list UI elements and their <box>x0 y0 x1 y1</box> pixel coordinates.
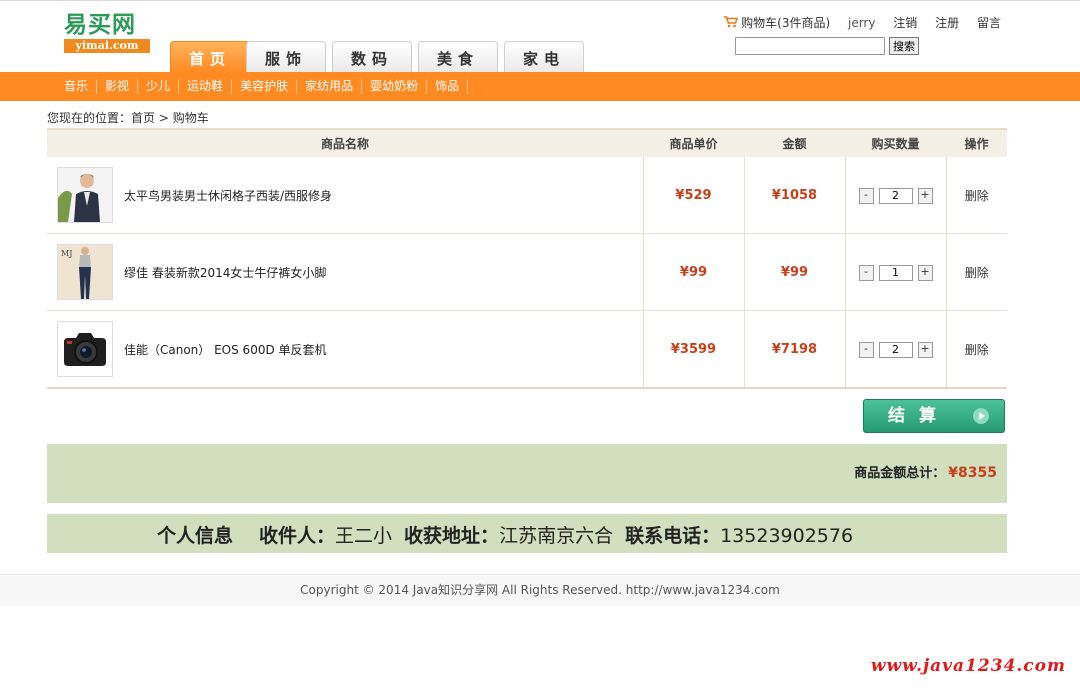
category-bar: 音乐 影视 少儿 运动鞋 美容护肤 家纺用品 婴幼奶粉 饰品 <box>0 72 1080 101</box>
column-header-product: 商品名称 <box>47 128 643 157</box>
table-row: 佳能（Canon） EOS 600D 单反套机 ¥3599 ¥7198 -+ 删… <box>47 310 1007 389</box>
logout-link[interactable]: 注销 <box>893 16 917 30</box>
product-cell: 佳能（Canon） EOS 600D 单反套机 <box>47 321 643 377</box>
category-video[interactable]: 影视 <box>97 79 139 94</box>
cart-link[interactable]: 购物车(3件商品) <box>724 16 830 30</box>
product-image-camera[interactable] <box>57 321 113 377</box>
table-row: 太平鸟男装男士休闲格子西装/西服修身 ¥529 ¥1058 -+ 删除 <box>47 157 1007 234</box>
play-arrow-icon <box>973 408 989 424</box>
svg-text:MJ: MJ <box>61 249 72 258</box>
product-cell: MJ 缪佳 春装新款2014女士牛仔裤女小脚 <box>47 244 643 300</box>
unit-price: ¥3599 <box>670 341 717 357</box>
user-link[interactable]: jerry <box>848 16 875 30</box>
message-link[interactable]: 留言 <box>977 16 1001 30</box>
column-header-unit-price: 商品单价 <box>643 128 744 157</box>
quantity-decrease-button[interactable]: - <box>858 187 874 204</box>
category-beauty[interactable]: 美容护肤 <box>232 79 298 94</box>
receiver-label: 收件人： <box>259 525 336 547</box>
delete-link[interactable]: 删除 <box>965 266 989 280</box>
search-input[interactable] <box>735 37 885 55</box>
nav-tab-home[interactable]: 首页 <box>170 41 250 73</box>
product-name-link[interactable]: 太平鸟男装男士休闲格子西装/西服修身 <box>124 187 332 204</box>
category-kids[interactable]: 少儿 <box>138 79 180 94</box>
personal-info-panel: 个人信息 收件人：王二小 收获地址：江苏南京六合 联系电话：13523902576 <box>47 514 1007 553</box>
delete-link[interactable]: 删除 <box>965 189 989 203</box>
category-sneakers[interactable]: 运动鞋 <box>179 79 233 94</box>
nav-tab-food[interactable]: 美食 <box>418 41 498 73</box>
column-header-amount: 金额 <box>744 128 845 157</box>
personal-info: 个人信息 收件人：王二小 收获地址：江苏南京六合 联系电话：13523902576 <box>157 521 853 548</box>
cart-icon <box>724 16 739 28</box>
breadcrumb-home-link[interactable]: 首页 <box>131 111 155 125</box>
product-image-jeans[interactable]: MJ <box>57 244 113 300</box>
quantity-input[interactable] <box>878 341 913 358</box>
breadcrumb-prefix: 您现在的位置： <box>47 111 132 125</box>
phone-label: 联系电话： <box>625 525 721 547</box>
quantity-decrease-button[interactable]: - <box>858 264 874 281</box>
order-total: 商品金额总计： ¥8355 <box>854 462 997 481</box>
copyright-text: Copyright © 2014 Java知识分享网 All Rights Re… <box>300 583 780 597</box>
phone-value: 13523902576 <box>720 525 854 547</box>
logo-text-cn: 易买网 <box>64 11 136 38</box>
cart-link-label: 购物车(3件商品) <box>741 16 831 30</box>
product-cell: 太平鸟男装男士休闲格子西装/西服修身 <box>47 167 643 223</box>
quantity-stepper: -+ <box>858 341 933 358</box>
site-logo[interactable]: 易买网 yimai.com <box>64 11 152 53</box>
column-header-quantity: 购买数量 <box>845 128 946 157</box>
site-footer: Copyright © 2014 Java知识分享网 All Rights Re… <box>0 574 1080 606</box>
cart-table: 商品名称 商品单价 金额 购买数量 操作 太平鸟男装男士休闲格子西装/西服修身 … <box>47 128 1007 389</box>
line-amount: ¥99 <box>780 264 809 280</box>
table-row: MJ 缪佳 春装新款2014女士牛仔裤女小脚 ¥99 ¥99 -+ 删除 <box>47 233 1007 311</box>
address-label: 收获地址： <box>404 525 500 547</box>
category-music[interactable]: 音乐 <box>56 79 98 94</box>
address-value: 江苏南京六合 <box>499 525 614 547</box>
cart-table-header: 商品名称 商品单价 金额 购买数量 操作 <box>47 128 1007 157</box>
nav-tab-digital[interactable]: 数码 <box>332 41 412 73</box>
category-accessories[interactable]: 饰品 <box>427 79 469 94</box>
search-box: 搜索 <box>735 37 919 55</box>
search-button[interactable]: 搜索 <box>889 37 919 55</box>
product-name-link[interactable]: 佳能（Canon） EOS 600D 单反套机 <box>124 341 327 358</box>
checkout-button-label: 结算 <box>888 406 950 426</box>
order-summary: 商品金额总计： ¥8355 <box>47 444 1007 503</box>
line-amount: ¥1058 <box>771 187 818 203</box>
nav-tab-appliance[interactable]: 家电 <box>504 41 584 73</box>
order-total-label: 商品金额总计： <box>854 466 946 481</box>
personal-info-title: 个人信息 <box>157 525 234 547</box>
nav-tab-clothing[interactable]: 服饰 <box>246 41 326 73</box>
receiver-value: 王二小 <box>335 525 393 547</box>
logo-text-en: yimai.com <box>64 39 150 53</box>
quantity-increase-button[interactable]: + <box>917 341 933 358</box>
order-total-amount: ¥8355 <box>948 465 997 481</box>
quantity-decrease-button[interactable]: - <box>858 341 874 358</box>
column-header-action: 操作 <box>946 128 1007 157</box>
quantity-increase-button[interactable]: + <box>917 264 933 281</box>
quantity-stepper: -+ <box>858 187 933 204</box>
category-home-textile[interactable]: 家纺用品 <box>297 79 363 94</box>
top-links: 购物车(3件商品) jerry 注销 注册 留言 <box>710 15 1001 31</box>
product-image-suit[interactable] <box>57 167 113 223</box>
site-header: 易买网 yimai.com 首页 服饰 数码 美食 家电 购物车(3件商品) j… <box>0 0 1080 73</box>
watermark: www.java1234.com <box>870 656 1066 676</box>
quantity-input[interactable] <box>878 187 913 204</box>
checkout-button[interactable]: 结算 <box>863 399 1005 433</box>
breadcrumb: 您现在的位置：首页 > 购物车 <box>47 109 209 126</box>
breadcrumb-separator: > <box>155 111 173 125</box>
quantity-input[interactable] <box>878 264 913 281</box>
unit-price: ¥99 <box>679 264 708 280</box>
unit-price: ¥529 <box>675 187 712 203</box>
breadcrumb-current: 购物车 <box>172 111 209 125</box>
delete-link[interactable]: 删除 <box>965 343 989 357</box>
register-link[interactable]: 注册 <box>935 16 959 30</box>
line-amount: ¥7198 <box>771 341 818 357</box>
quantity-stepper: -+ <box>858 264 933 281</box>
quantity-increase-button[interactable]: + <box>917 187 933 204</box>
product-name-link[interactable]: 缪佳 春装新款2014女士牛仔裤女小脚 <box>124 264 326 281</box>
category-baby-formula[interactable]: 婴幼奶粉 <box>362 79 428 94</box>
